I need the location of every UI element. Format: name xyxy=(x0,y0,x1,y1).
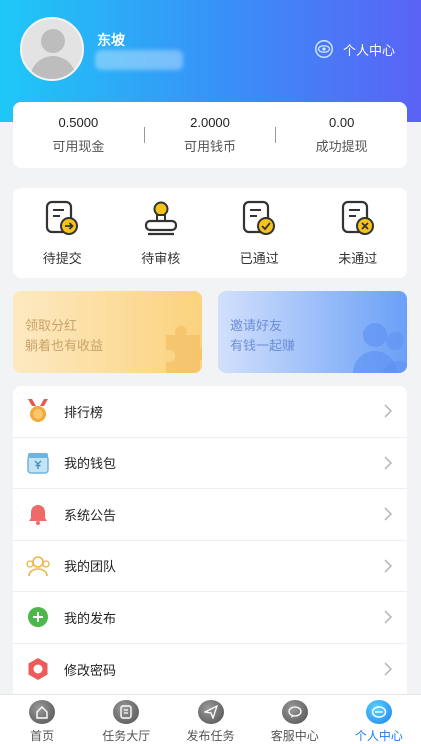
personal-center-link[interactable]: 个人中心 xyxy=(313,38,395,60)
stamp-icon xyxy=(144,201,177,236)
status-approved[interactable]: 已通过 xyxy=(210,188,309,278)
stat-label: 可用钱币 xyxy=(184,139,237,154)
menu-item-change-password[interactable]: 修改密码 xyxy=(13,644,407,696)
stat-label: 可用现金 xyxy=(52,139,105,154)
tab-personal-center[interactable]: 个人中心 xyxy=(337,695,421,744)
promo-title: 领取分红 xyxy=(25,318,78,333)
chat-icon xyxy=(281,700,308,724)
menu-item-label: 我的钱包 xyxy=(64,456,117,472)
balance-stats: 0.5000 可用现金 2.0000 可用钱币 0.00 成功提现 xyxy=(13,102,407,168)
chevron-right-icon xyxy=(384,507,393,521)
stat-cash[interactable]: 0.5000 可用现金 xyxy=(13,115,144,155)
plus-circle-icon xyxy=(26,605,50,629)
status-rejected[interactable]: 未通过 xyxy=(309,188,408,278)
phone-number-blurred xyxy=(95,50,183,70)
chevron-right-icon xyxy=(384,610,393,624)
status-pending-review[interactable]: 待审核 xyxy=(112,188,211,278)
tab-customer-service[interactable]: 客服中心 xyxy=(253,695,337,744)
username: 东坡 xyxy=(97,32,125,48)
status-pending-submit[interactable]: 待提交 xyxy=(13,188,112,278)
tab-home[interactable]: 首页 xyxy=(0,695,84,744)
chevron-right-icon xyxy=(384,404,393,418)
stat-value: 2.0000 xyxy=(190,115,230,130)
chevron-right-icon xyxy=(384,662,393,676)
personal-center-label: 个人中心 xyxy=(342,42,395,58)
eye-icon xyxy=(315,40,333,58)
avatar-placeholder-icon xyxy=(41,29,65,53)
stat-value: 0.5000 xyxy=(58,115,99,130)
menu-item-label: 修改密码 xyxy=(64,662,117,678)
stat-withdrawn[interactable]: 0.00 成功提现 xyxy=(276,115,407,155)
status-label: 已通过 xyxy=(239,251,279,266)
tab-label: 个人中心 xyxy=(354,729,403,743)
team-icon xyxy=(26,554,50,578)
stat-coins[interactable]: 2.0000 可用钱币 xyxy=(145,115,276,155)
send-icon xyxy=(197,700,224,724)
menu-item-label: 我的发布 xyxy=(64,610,117,626)
status-label: 未通过 xyxy=(338,251,378,266)
bottom-tab-bar: 首页 任务大厅 发布任务 客服中心 个人中心 xyxy=(0,694,421,744)
invite-promo-card[interactable]: 邀请好友 有钱一起赚 xyxy=(218,291,407,373)
lock-hexagon-icon xyxy=(26,657,50,681)
medal-icon xyxy=(26,399,50,423)
rejected-doc-icon xyxy=(341,200,374,235)
menu-item-label: 排行榜 xyxy=(64,404,104,420)
menu-item-wallet[interactable]: 我的钱包 xyxy=(13,438,407,489)
status-label: 待提交 xyxy=(42,251,82,266)
tab-label: 发布任务 xyxy=(186,729,235,743)
submit-doc-icon xyxy=(46,200,79,235)
chevron-right-icon xyxy=(384,559,393,573)
approved-doc-icon xyxy=(243,200,276,235)
menu-item-ranking[interactable]: 排行榜 xyxy=(13,386,407,438)
menu-item-label: 系统公告 xyxy=(64,507,117,523)
promo-title: 邀请好友 xyxy=(230,318,283,333)
people-decoration-icon xyxy=(353,323,407,373)
promo-subtitle: 躺着也有收益 xyxy=(25,338,104,353)
wallet-icon xyxy=(26,451,50,475)
menu-item-label: 我的团队 xyxy=(64,559,117,575)
user-center-icon xyxy=(365,700,392,724)
tab-label: 客服中心 xyxy=(270,729,319,743)
menu-item-team[interactable]: 我的团队 xyxy=(13,541,407,592)
task-hall-icon xyxy=(113,700,140,724)
menu-item-my-posts[interactable]: 我的发布 xyxy=(13,592,407,644)
puzzle-decoration-icon xyxy=(166,325,202,373)
stat-label: 成功提现 xyxy=(315,139,368,154)
chevron-right-icon xyxy=(384,456,393,470)
menu-item-announcements[interactable]: 系统公告 xyxy=(13,489,407,541)
tab-task-hall[interactable]: 任务大厅 xyxy=(84,695,168,744)
task-status-card: 待提交 待审核 已通过 未通过 xyxy=(13,188,407,278)
promo-subtitle: 有钱一起赚 xyxy=(230,338,296,353)
tab-publish-task[interactable]: 发布任务 xyxy=(168,695,252,744)
avatar[interactable] xyxy=(20,17,84,81)
stat-value: 0.00 xyxy=(329,115,355,130)
status-label: 待审核 xyxy=(141,251,181,266)
settings-menu: 排行榜 我的钱包 系统公告 我的团队 我的发布 修改密码 xyxy=(13,386,407,695)
bell-icon xyxy=(26,502,50,526)
home-icon xyxy=(29,700,56,724)
tab-label: 首页 xyxy=(30,729,55,743)
dividend-promo-card[interactable]: 领取分红 躺着也有收益 xyxy=(13,291,202,373)
tab-label: 任务大厅 xyxy=(102,729,151,743)
